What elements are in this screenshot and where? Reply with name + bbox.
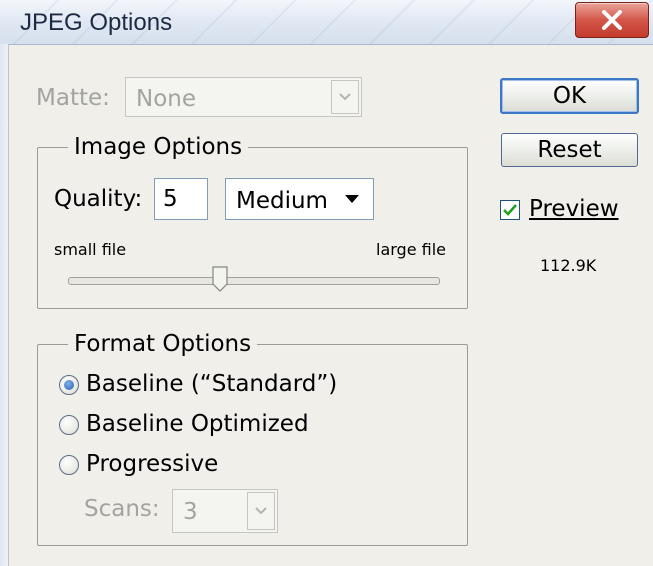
title-bar: JPEG Options bbox=[0, 0, 653, 45]
small-file-label: small file bbox=[54, 240, 127, 259]
radio-baseline-standard[interactable] bbox=[59, 375, 79, 395]
quality-slider-thumb[interactable] bbox=[212, 266, 228, 292]
radio-baseline-optimized-label[interactable]: Baseline Optimized bbox=[86, 411, 309, 437]
quality-label: Quality: bbox=[54, 186, 142, 212]
reset-button[interactable]: Reset bbox=[501, 133, 638, 167]
ok-button[interactable]: OK bbox=[500, 78, 639, 114]
matte-dropdown-button[interactable] bbox=[331, 80, 359, 114]
preview-label[interactable]: Preview bbox=[529, 196, 619, 222]
radio-baseline-optimized[interactable] bbox=[59, 415, 79, 435]
scans-dropdown-button[interactable] bbox=[247, 492, 275, 530]
close-icon bbox=[602, 10, 622, 30]
chevron-down-icon bbox=[255, 507, 267, 515]
matte-label-text: Matte: bbox=[36, 85, 110, 111]
scans-label: Scans: bbox=[84, 496, 160, 522]
image-options-legend: Image Options bbox=[68, 134, 249, 160]
window-title: JPEG Options bbox=[20, 9, 173, 36]
radio-baseline-standard-label[interactable]: Baseline (“Standard”) bbox=[86, 371, 337, 397]
close-button[interactable] bbox=[575, 2, 649, 38]
quality-slider-track[interactable] bbox=[68, 277, 440, 285]
scans-value: 3 bbox=[183, 499, 198, 525]
matte-select[interactable]: None bbox=[125, 77, 362, 117]
preview-checkbox[interactable] bbox=[500, 200, 520, 220]
chevron-down-icon bbox=[339, 93, 351, 101]
matte-label: Matte: bbox=[36, 85, 110, 111]
quality-preset-value: Medium bbox=[236, 188, 328, 214]
file-size-readout: 112.9K bbox=[540, 256, 597, 275]
quality-label-text: Quality: bbox=[54, 186, 143, 212]
quality-input[interactable]: 5 bbox=[154, 178, 208, 220]
format-options-legend: Format Options bbox=[68, 331, 258, 357]
radio-progressive-label[interactable]: Progressive bbox=[86, 451, 218, 477]
scans-select[interactable]: 3 bbox=[172, 489, 278, 533]
quality-preset-select[interactable]: Medium bbox=[225, 178, 374, 220]
matte-value: None bbox=[136, 86, 197, 112]
large-file-label: large file bbox=[376, 240, 446, 259]
window-left-border bbox=[0, 44, 9, 566]
checkmark-icon bbox=[503, 204, 517, 216]
chevron-down-icon bbox=[345, 195, 359, 203]
radio-progressive[interactable] bbox=[59, 455, 79, 475]
